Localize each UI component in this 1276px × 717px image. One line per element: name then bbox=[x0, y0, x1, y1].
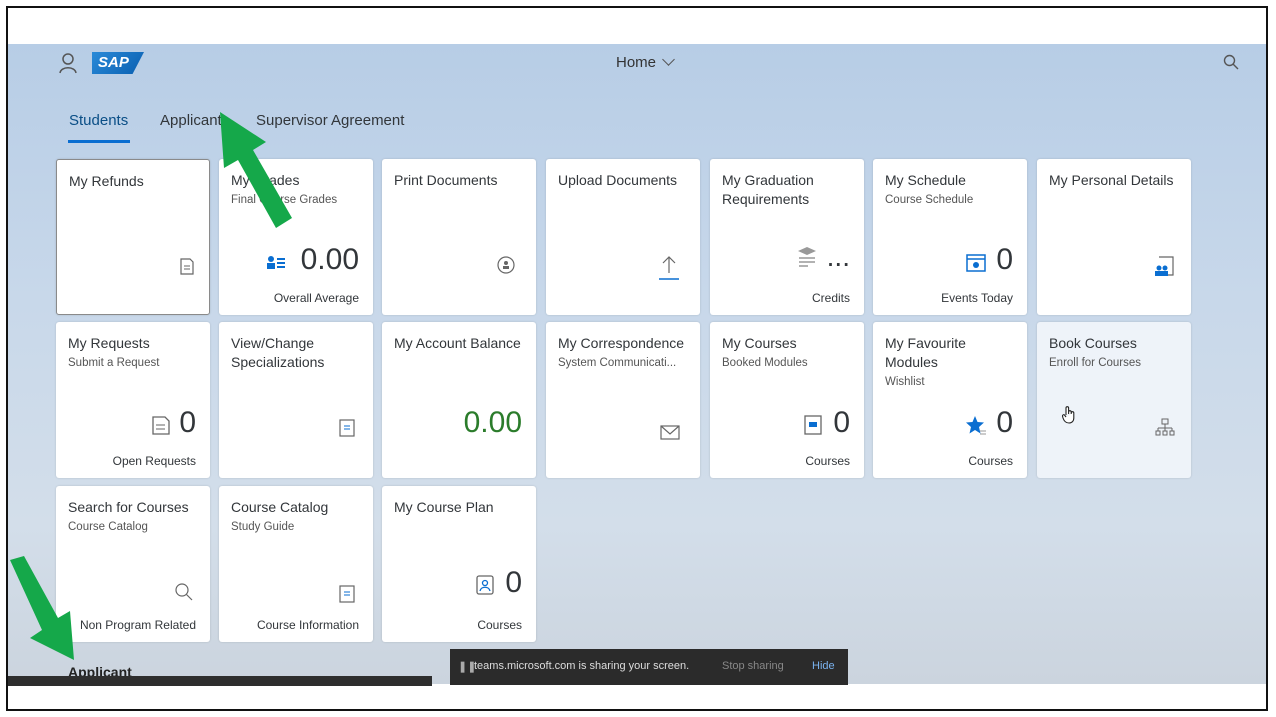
slide-border bbox=[6, 6, 1268, 711]
